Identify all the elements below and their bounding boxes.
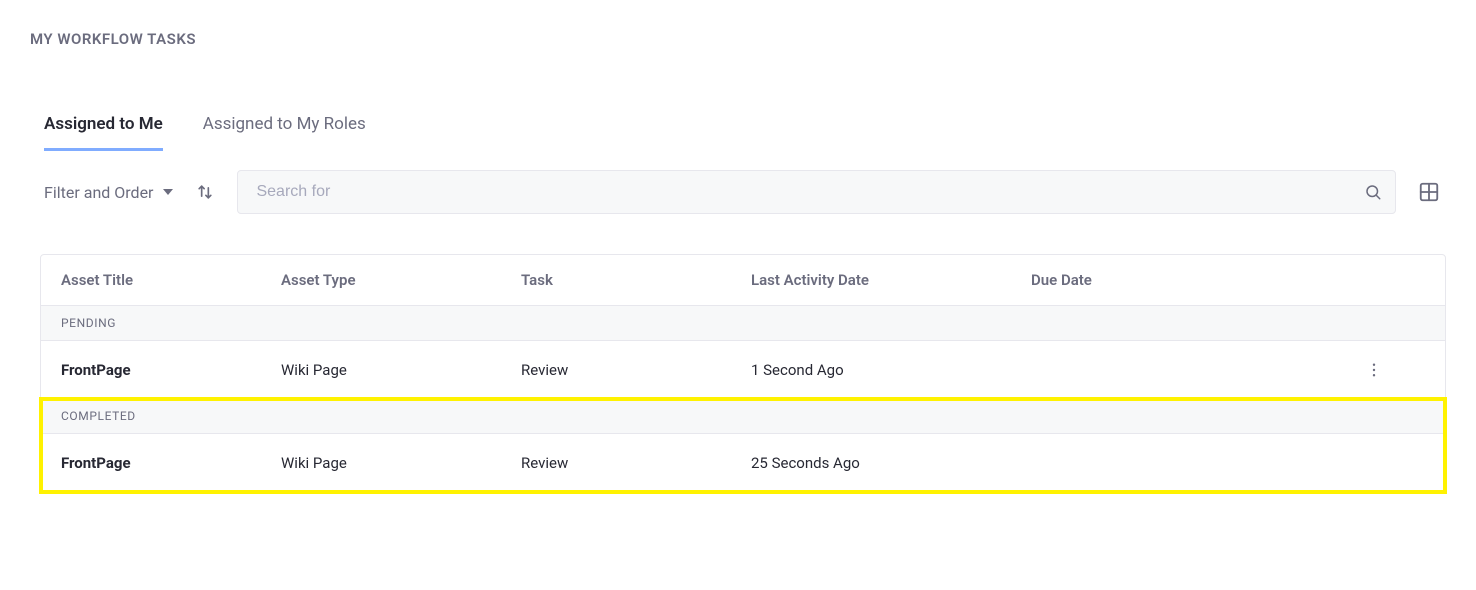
section-header: PENDING <box>41 306 1445 341</box>
tab-assigned-to-me[interactable]: Assigned to Me <box>44 108 163 151</box>
cell-task: Review <box>521 361 751 379</box>
page-title: MY WORKFLOW TASKS <box>30 30 1446 48</box>
tab-assigned-to-my-roles[interactable]: Assigned to My Roles <box>203 108 366 151</box>
grid-view-icon <box>1418 181 1440 203</box>
tabs: Assigned to Me Assigned to My Roles <box>44 108 1446 152</box>
section-header: COMPLETED <box>41 399 1445 434</box>
col-due-date[interactable]: Due Date <box>1031 271 1365 289</box>
group-pending: PENDING FrontPage Wiki Page Review 1 Sec… <box>41 306 1445 399</box>
cell-asset-type: Wiki Page <box>281 361 521 379</box>
col-asset-title[interactable]: Asset Title <box>61 271 281 289</box>
cell-task: Review <box>521 454 751 472</box>
group-completed: COMPLETED FrontPage Wiki Page Review 25 … <box>41 399 1445 492</box>
toolbar: Filter and Order <box>44 170 1446 214</box>
filter-and-order-dropdown[interactable]: Filter and Order <box>44 183 173 202</box>
col-asset-type[interactable]: Asset Type <box>281 271 521 289</box>
cell-asset-type: Wiki Page <box>281 454 521 472</box>
sort-direction-toggle[interactable] <box>195 182 215 202</box>
col-task[interactable]: Task <box>521 271 751 289</box>
table-header-row: Asset Title Asset Type Task Last Activit… <box>41 255 1445 306</box>
cell-last-activity: 1 Second Ago <box>751 361 1031 379</box>
col-last-activity-date[interactable]: Last Activity Date <box>751 271 1031 289</box>
cell-asset-title: FrontPage <box>61 361 281 379</box>
cell-last-activity: 25 Seconds Ago <box>751 454 1031 472</box>
row-actions-button[interactable] <box>1365 361 1425 379</box>
chevron-down-icon <box>163 189 173 195</box>
search-icon <box>1364 183 1382 201</box>
tasks-table: Asset Title Asset Type Task Last Activit… <box>40 254 1446 493</box>
filter-and-order-label: Filter and Order <box>44 183 153 202</box>
table-row[interactable]: FrontPage Wiki Page Review 25 Seconds Ag… <box>41 434 1445 492</box>
table-row[interactable]: FrontPage Wiki Page Review 1 Second Ago <box>41 341 1445 399</box>
cell-asset-title: FrontPage <box>61 454 281 472</box>
sort-arrows-icon <box>195 182 215 202</box>
view-mode-toggle[interactable] <box>1418 181 1440 203</box>
kebab-menu-icon <box>1365 361 1383 379</box>
search-input[interactable] <box>237 170 1396 214</box>
search-container <box>237 170 1396 214</box>
